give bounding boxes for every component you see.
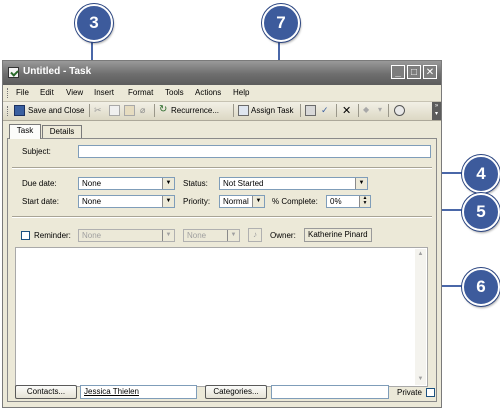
reminder-date-field[interactable]: None ▼ <box>78 229 175 242</box>
menu-bar: File Edit View Insert Format Tools Actio… <box>3 85 441 102</box>
divider <box>12 216 432 218</box>
toolbar-separator <box>358 104 359 117</box>
toolbar-separator <box>388 104 389 117</box>
owner-label: Owner: <box>270 231 296 240</box>
paste-icon[interactable] <box>124 105 135 116</box>
priority-dropdown-icon[interactable]: ▼ <box>252 196 264 207</box>
task-window: Untitled - Task _ □ ✕ File Edit View Ins… <box>2 60 442 408</box>
toolbar-overflow-icon[interactable]: » ▾ <box>432 102 441 120</box>
priority-label: Priority: <box>183 197 211 206</box>
next-icon[interactable]: ▾ <box>378 105 382 114</box>
menu-file[interactable]: File <box>16 88 29 97</box>
assign-task-button[interactable]: Assign Task <box>237 102 297 120</box>
reminder-checkbox[interactable] <box>21 231 30 240</box>
contacts-field[interactable]: Jessica Thielen <box>80 385 197 399</box>
standard-toolbar: Save and Close ✂ ⌀ ↻ Recurrence... Assig… <box>3 102 441 121</box>
scroll-down-icon[interactable]: ▼ <box>415 374 426 385</box>
private-label: Private <box>397 388 422 397</box>
toolbar-separator <box>89 104 90 117</box>
toolbar-separator <box>233 104 234 117</box>
window-title: Untitled - Task <box>23 66 92 77</box>
assign-task-label: Assign Task <box>251 106 294 115</box>
scroll-up-icon[interactable]: ▲ <box>415 249 426 260</box>
check-icon[interactable]: ✓ <box>321 105 329 116</box>
attach-icon[interactable]: ⌀ <box>140 105 145 116</box>
print-icon[interactable] <box>305 105 316 116</box>
task-pane: Subject: Due date: None ▼ Status: Not St… <box>7 138 437 402</box>
close-button[interactable]: ✕ <box>423 65 437 79</box>
private-checkbox[interactable] <box>426 388 435 397</box>
menu-tools[interactable]: Tools <box>165 88 184 97</box>
priority-select[interactable]: Normal ▼ <box>219 195 265 208</box>
copy-icon[interactable] <box>109 105 120 116</box>
menu-grip <box>7 88 10 98</box>
toolbar-separator <box>336 104 337 117</box>
priority-value: Normal <box>223 197 249 206</box>
categories-button[interactable]: Categories... <box>205 385 267 399</box>
due-date-value: None <box>82 179 102 188</box>
minimize-button[interactable]: _ <box>391 65 405 79</box>
subject-input[interactable] <box>78 145 431 158</box>
start-date-label: Start date: <box>22 197 59 206</box>
recurrence-icon: ↻ <box>159 104 168 115</box>
reminder-time-value: None <box>187 231 207 240</box>
menu-help[interactable]: Help <box>233 88 249 97</box>
menu-actions[interactable]: Actions <box>195 88 221 97</box>
divider <box>12 167 432 169</box>
status-dropdown-icon[interactable]: ▼ <box>355 178 367 189</box>
callout-4: 4 <box>462 155 500 193</box>
percent-complete-spinner[interactable]: 0% ▲ ▼ <box>326 195 371 208</box>
reminder-time-dropdown-icon[interactable]: ▼ <box>227 230 239 241</box>
status-label: Status: <box>183 179 208 188</box>
help-icon[interactable] <box>394 105 405 116</box>
callout-5: 5 <box>462 193 500 231</box>
save-close-label: Save and Close <box>28 106 85 115</box>
categories-field[interactable] <box>271 385 389 399</box>
delete-icon[interactable]: ✕ <box>342 104 351 117</box>
menu-edit[interactable]: Edit <box>40 88 54 97</box>
maximize-button[interactable]: □ <box>407 65 421 79</box>
percent-complete-value: 0% <box>330 197 342 206</box>
due-date-label: Due date: <box>22 179 57 188</box>
callout-6: 6 <box>462 268 500 306</box>
status-select[interactable]: Not Started ▼ <box>219 177 368 190</box>
title-bar: Untitled - Task _ □ ✕ <box>3 61 441 85</box>
contacts-button[interactable]: Contacts... <box>15 385 77 399</box>
assign-task-icon <box>238 105 249 116</box>
tab-task[interactable]: Task <box>9 124 41 139</box>
toolbar-separator <box>154 104 155 117</box>
prev-icon[interactable]: ◆ <box>363 105 369 114</box>
notes-area[interactable]: ▲ ▼ <box>15 247 428 387</box>
status-value: Not Started <box>223 179 264 188</box>
reminder-date-dropdown-icon[interactable]: ▼ <box>162 230 174 241</box>
subject-label: Subject: <box>22 147 51 156</box>
recurrence-button[interactable]: ↻ Recurrence... <box>159 102 231 120</box>
reminder-time-field[interactable]: None ▼ <box>183 229 240 242</box>
menu-view[interactable]: View <box>66 88 83 97</box>
menu-format[interactable]: Format <box>128 88 153 97</box>
percent-complete-label: % Complete: <box>272 197 318 206</box>
save-icon <box>14 105 25 116</box>
tab-details[interactable]: Details <box>42 125 82 139</box>
due-date-field[interactable]: None ▼ <box>78 177 175 190</box>
start-date-dropdown-icon[interactable]: ▼ <box>162 196 174 207</box>
toolbar-grip <box>7 106 10 116</box>
callout-7: 7 <box>262 4 300 42</box>
menu-insert[interactable]: Insert <box>94 88 114 97</box>
reminder-date-value: None <box>82 231 102 240</box>
owner-field: Katherine Pinard <box>304 228 372 242</box>
start-date-field[interactable]: None ▼ <box>78 195 175 208</box>
due-date-dropdown-icon[interactable]: ▼ <box>162 178 174 189</box>
start-date-value: None <box>82 197 102 206</box>
callout-3: 3 <box>75 4 113 42</box>
reminder-sound-icon[interactable]: ♪ <box>248 228 262 242</box>
spinner-arrows-icon[interactable]: ▲ ▼ <box>359 196 370 207</box>
task-icon <box>8 67 19 78</box>
toolbar-separator <box>300 104 301 117</box>
save-close-button[interactable]: Save and Close <box>13 102 87 120</box>
notes-scrollbar[interactable]: ▲ ▼ <box>415 249 426 385</box>
cut-icon[interactable]: ✂ <box>94 105 102 116</box>
reminder-label: Reminder: <box>34 231 71 240</box>
recurrence-label: Recurrence... <box>171 106 220 115</box>
